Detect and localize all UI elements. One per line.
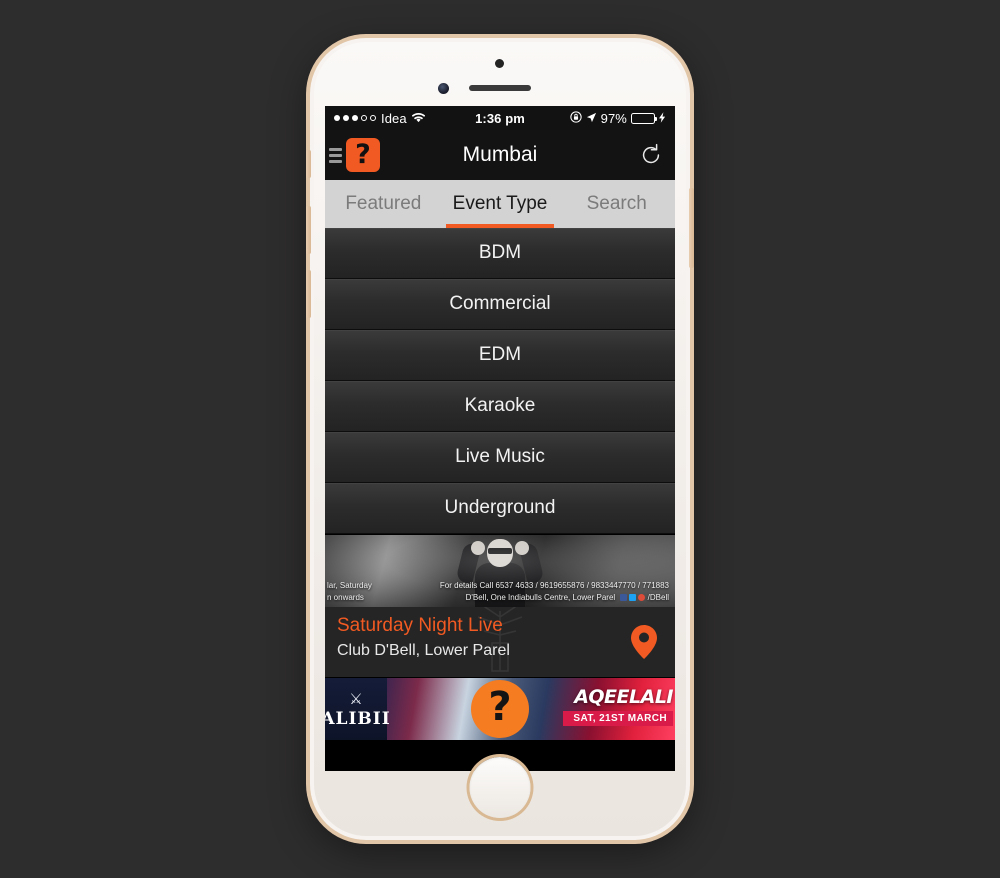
status-bar-clock: 1:36 pm xyxy=(475,110,525,126)
list-item[interactable]: Live Music xyxy=(325,432,675,483)
promo-date-badge: SAT, 21ST MARCH xyxy=(563,711,673,726)
banner-detail-text: For details Call 6537 4633 / 9619655876 … xyxy=(325,580,675,604)
earpiece-speaker xyxy=(469,85,531,91)
rotation-lock-icon xyxy=(569,110,582,126)
list-item[interactable]: BDM xyxy=(325,228,675,279)
tab-bar: Featured Event Type Search xyxy=(325,180,675,228)
social-media-icons xyxy=(620,594,646,601)
map-pin-icon[interactable] xyxy=(631,625,657,659)
twitter-icon xyxy=(629,594,637,601)
volume-up-button[interactable] xyxy=(306,206,311,254)
promo-right-block: AQEELALI SAT, 21ST MARCH xyxy=(563,686,673,726)
front-camera xyxy=(438,83,449,94)
list-item[interactable]: EDM xyxy=(325,330,675,381)
iphone-device: Idea 1:36 pm 97% ? Mumbai Featured Event… xyxy=(306,38,694,840)
heraldic-crest-icon: ⚔ xyxy=(349,690,363,708)
navigation-bar: ? Mumbai xyxy=(325,130,675,180)
list-item[interactable]: Commercial xyxy=(325,279,675,330)
status-bar-right: 97% xyxy=(556,111,666,126)
carrier-label: Idea xyxy=(381,110,407,126)
location-arrow-icon xyxy=(586,111,597,126)
wifi-icon xyxy=(411,111,425,126)
promo-club-name: ALIBII xyxy=(325,709,391,729)
home-button[interactable] xyxy=(469,757,531,818)
refresh-icon[interactable] xyxy=(637,141,665,169)
power-button[interactable] xyxy=(689,188,694,268)
event-card-info[interactable]: Saturday Night Live Club D'Bell, Lower P… xyxy=(325,607,675,677)
battery-icon xyxy=(630,112,657,124)
app-logo-icon: ? xyxy=(471,680,529,738)
promo-club-block: ⚔ ALIBII xyxy=(325,678,390,740)
promo-banner[interactable]: ⚔ ALIBII ? AQEELALI SAT, 21ST MARCH xyxy=(325,677,675,740)
list-item[interactable]: Karaoke xyxy=(325,381,675,432)
event-type-list: BDM Commercial EDM Karaoke Live Music Un… xyxy=(325,228,675,534)
signal-strength-icon xyxy=(334,115,376,121)
status-bar: Idea 1:36 pm 97% xyxy=(325,106,675,130)
banner-social-handle: /DBell xyxy=(647,593,669,602)
event-venue: Club D'Bell, Lower Parel xyxy=(337,642,510,659)
facebook-icon xyxy=(620,594,628,601)
status-bar-left: Idea xyxy=(334,111,444,126)
silent-switch[interactable] xyxy=(306,150,311,178)
event-banner-image: lar, Saturday n onwards For details Call… xyxy=(325,534,675,607)
tab-featured[interactable]: Featured xyxy=(325,180,442,228)
promo-artist-name: AQEELALI xyxy=(574,686,673,708)
proximity-sensor-icon xyxy=(495,59,504,68)
battery-percent-label: 97% xyxy=(600,110,627,126)
lightning-bolt-icon xyxy=(658,111,666,126)
google-plus-icon xyxy=(638,594,646,601)
banner-address-line: D'Bell, One Indiabulls Centre, Lower Par… xyxy=(331,592,669,604)
tab-event-type[interactable]: Event Type xyxy=(442,180,559,228)
volume-down-button[interactable] xyxy=(306,270,311,318)
hamburger-menu-icon[interactable] xyxy=(329,147,342,163)
tab-search[interactable]: Search xyxy=(558,180,675,228)
banner-address-text: D'Bell, One Indiabulls Centre, Lower Par… xyxy=(465,593,616,602)
list-item[interactable]: Underground xyxy=(325,483,675,534)
event-title: Saturday Night Live xyxy=(337,615,503,636)
banner-contact-line: For details Call 6537 4633 / 9619655876 … xyxy=(439,581,669,590)
app-logo-icon[interactable]: ? xyxy=(346,138,380,172)
phone-screen: Idea 1:36 pm 97% ? Mumbai Featured Event… xyxy=(325,106,675,771)
event-card[interactable]: lar, Saturday n onwards For details Call… xyxy=(325,534,675,677)
screenshot-canvas: Idea 1:36 pm 97% ? Mumbai Featured Event… xyxy=(0,0,1000,878)
